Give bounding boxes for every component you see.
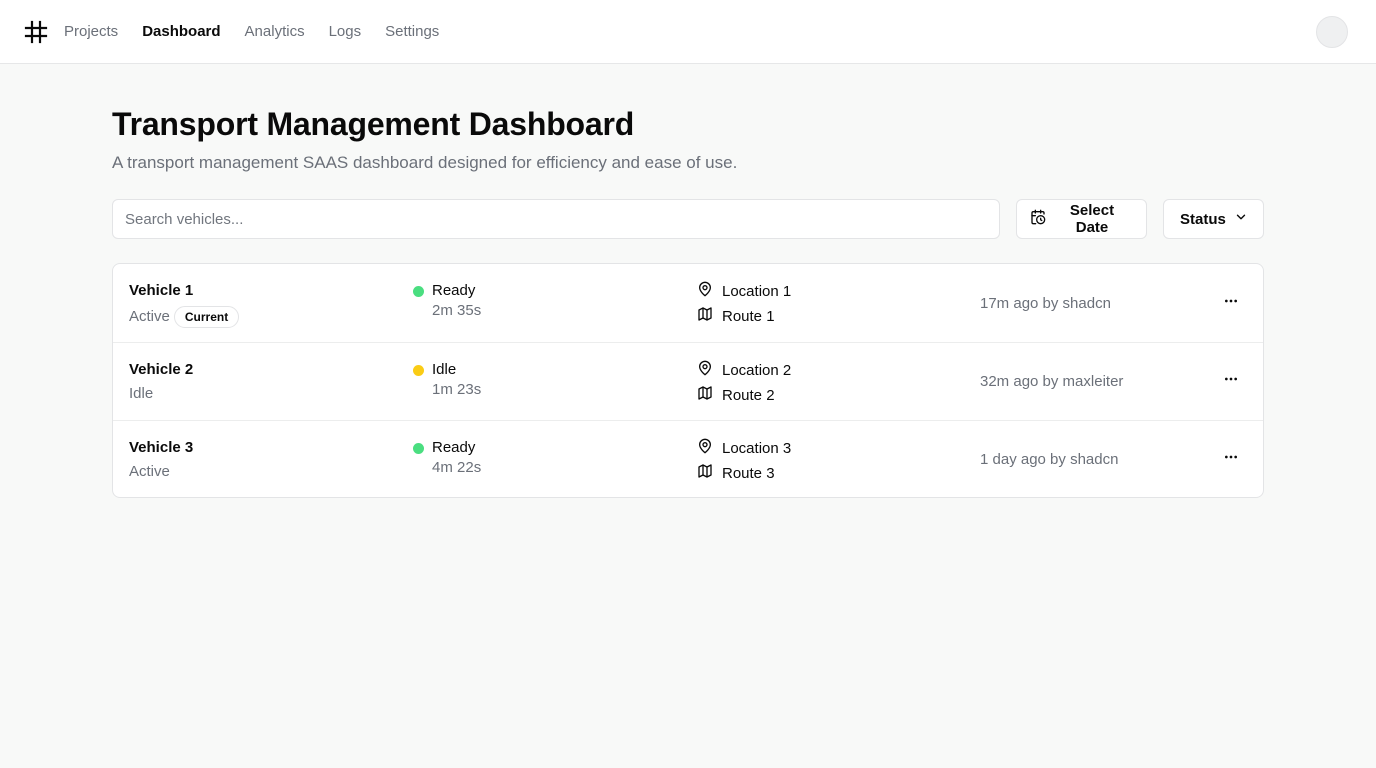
nav-item-analytics[interactable]: Analytics <box>245 23 305 40</box>
vehicle-list: Vehicle 1 Active Current Ready 2m 35s Lo… <box>112 263 1264 498</box>
updated-meta: 1 day ago by shadcn <box>980 450 1119 468</box>
search-input[interactable] <box>112 199 1000 239</box>
chevron-down-icon <box>1234 210 1248 228</box>
status-label: Ready <box>432 282 476 299</box>
vehicle-row[interactable]: Vehicle 1 Active Current Ready 2m 35s Lo… <box>113 264 1263 343</box>
top-navbar: Projects Dashboard Analytics Logs Settin… <box>0 0 1376 64</box>
nav-item-settings[interactable]: Settings <box>385 23 439 40</box>
user-avatar[interactable] <box>1316 16 1348 48</box>
ellipsis-icon <box>1223 293 1239 314</box>
ellipsis-icon <box>1223 449 1239 470</box>
location-label: Location 2 <box>722 362 792 379</box>
main-content: Transport Management Dashboard A transpo… <box>0 106 1376 498</box>
select-date-label: Select Date <box>1069 202 1115 236</box>
status-dropdown-button[interactable]: Status <box>1163 199 1264 239</box>
vehicle-state: Active <box>129 463 170 480</box>
status-dot <box>413 364 424 376</box>
main-nav: Projects Dashboard Analytics Logs Settin… <box>64 23 439 40</box>
route-label: Route 1 <box>722 308 775 325</box>
nav-item-logs[interactable]: Logs <box>329 23 362 40</box>
map-pin-icon <box>697 360 713 382</box>
map-pin-icon <box>697 281 713 303</box>
more-options-button[interactable] <box>1223 343 1239 420</box>
filter-toolbar: Select Date Status <box>112 199 1264 239</box>
status-dot <box>413 442 424 454</box>
nav-item-dashboard[interactable]: Dashboard <box>142 23 220 40</box>
status-duration: 4m 22s <box>432 459 482 476</box>
vehicle-state: Idle <box>129 385 154 402</box>
updated-meta: 32m ago by maxleiter <box>980 373 1124 390</box>
updated-meta: 17m ago by shadcn <box>980 294 1111 312</box>
map-icon <box>697 306 713 328</box>
vehicle-name: Vehicle 1 <box>129 282 194 299</box>
route-label: Route 3 <box>722 465 775 482</box>
nav-item-projects[interactable]: Projects <box>64 23 118 40</box>
more-options-button[interactable] <box>1223 264 1239 342</box>
vehicle-name: Vehicle 3 <box>129 439 194 456</box>
location-label: Location 1 <box>722 283 792 300</box>
route-label: Route 2 <box>722 387 775 404</box>
page-title: Transport Management Dashboard <box>112 106 635 142</box>
vehicle-row[interactable]: Vehicle 2 Idle Idle 1m 23s Location 2 Ro… <box>113 343 1263 421</box>
select-date-button[interactable]: Select Date <box>1016 199 1147 239</box>
more-options-button[interactable] <box>1223 421 1239 497</box>
map-icon <box>697 463 713 485</box>
vehicle-row[interactable]: Vehicle 3 Active Ready 4m 22s Location 3 <box>113 421 1263 497</box>
status-dropdown-label: Status <box>1180 210 1226 228</box>
page-subtitle: A transport management SAAS dashboard de… <box>112 153 738 172</box>
ellipsis-icon <box>1223 371 1239 392</box>
map-icon <box>697 385 713 407</box>
status-duration: 2m 35s <box>432 302 482 319</box>
vehicle-state: Active <box>129 308 170 325</box>
status-duration: 1m 23s <box>432 381 482 398</box>
current-badge: Current <box>173 306 240 328</box>
map-pin-icon <box>697 438 713 460</box>
vehicle-name: Vehicle 2 <box>129 361 194 378</box>
status-label: Idle <box>432 361 457 378</box>
logo-hash-icon[interactable] <box>24 20 48 44</box>
status-dot <box>413 285 424 297</box>
calendar-clock-icon <box>1030 209 1046 229</box>
location-label: Location 3 <box>722 440 792 457</box>
status-label: Ready <box>432 439 476 456</box>
